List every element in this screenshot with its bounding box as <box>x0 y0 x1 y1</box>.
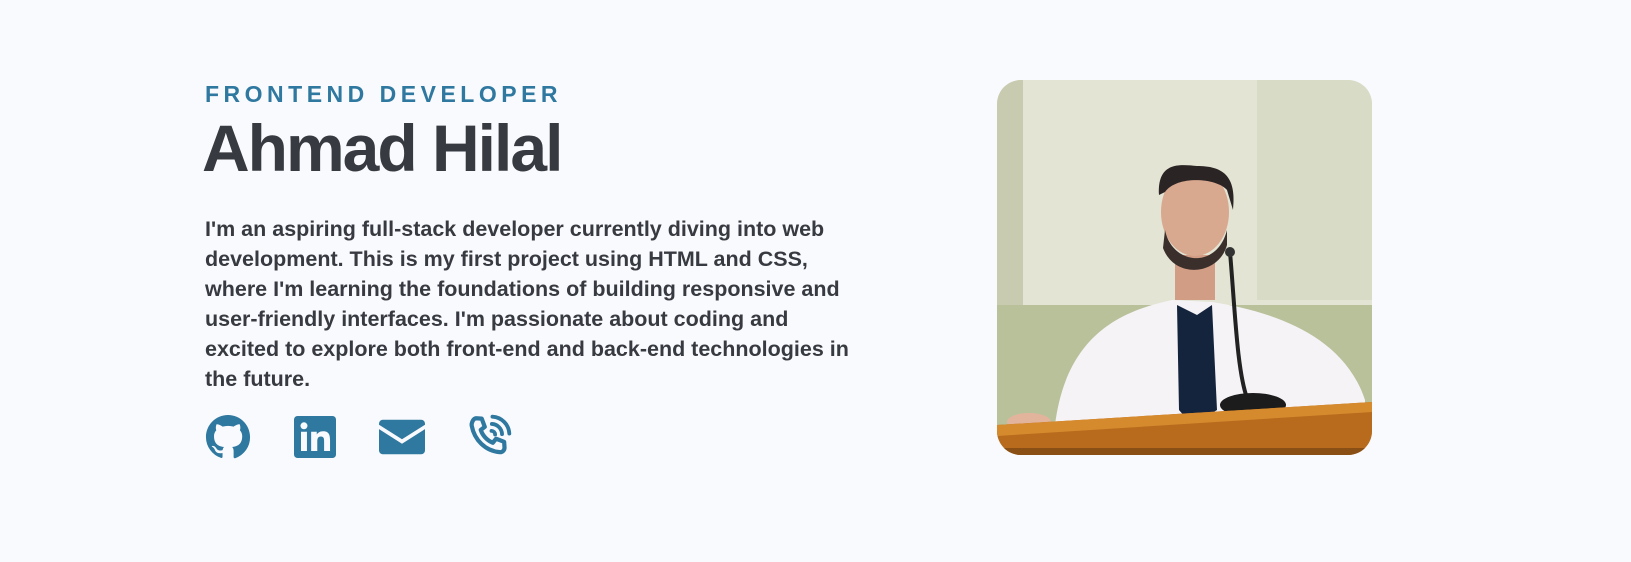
intro-block: FRONTEND DEVELOPER Ahmad Hilal I'm an as… <box>202 80 865 460</box>
portrait-photo <box>997 80 1372 455</box>
github-link[interactable] <box>205 414 251 460</box>
bio-text: I'm an aspiring full-stack developer cur… <box>205 217 849 391</box>
phone-icon <box>466 414 512 460</box>
role-label: FRONTEND DEVELOPER <box>205 81 563 107</box>
linkedin-link[interactable] <box>292 414 338 460</box>
social-links <box>205 414 865 460</box>
phone-link[interactable] <box>466 414 512 460</box>
hero-section: FRONTEND DEVELOPER Ahmad Hilal I'm an as… <box>0 0 1631 562</box>
envelope-icon <box>379 419 425 455</box>
linkedin-icon <box>294 416 336 458</box>
email-link[interactable] <box>379 414 425 460</box>
github-icon <box>205 414 251 460</box>
page-title: Ahmad Hilal <box>202 111 563 185</box>
